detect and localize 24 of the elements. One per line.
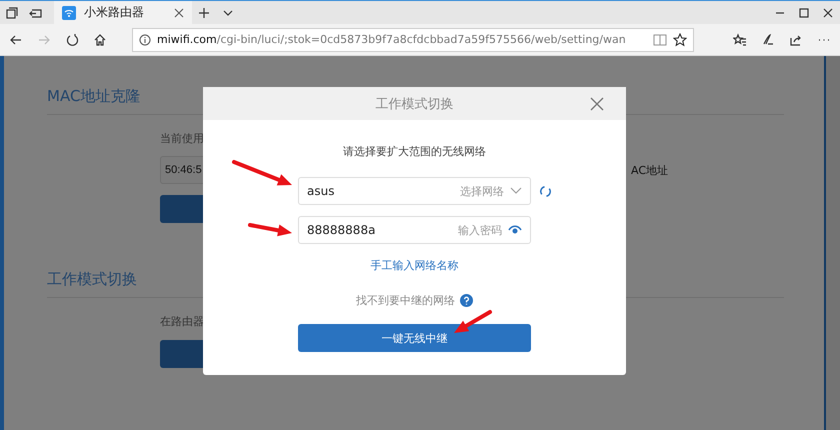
password-field[interactable]: 88888888a 输入密码: [298, 216, 531, 244]
chevron-down-icon: [510, 187, 522, 195]
tab-title: 小米路由器: [84, 4, 145, 21]
close-icon[interactable]: [590, 97, 604, 111]
relay-button[interactable]: 一键无线中继: [298, 324, 531, 352]
network-select[interactable]: asus 选择网络: [298, 177, 531, 205]
url-text: miwifi.com/cgi-bin/luci/;stok=0cd5873b9f7a8cfdcbbad7a59f575566/web/setting/wan: [157, 33, 627, 46]
wifi-icon: [62, 6, 76, 20]
dialog-prompt: 请选择要扩大范围的无线网络: [343, 144, 486, 159]
dialog-title: 工作模式切换: [376, 96, 454, 112]
section-note: 在路由器: [160, 314, 205, 329]
info-icon: [139, 34, 151, 46]
refresh-icon[interactable]: [539, 184, 552, 198]
star-icon[interactable]: [673, 32, 687, 46]
manual-entry-link[interactable]: 手工输入网络名称: [370, 258, 458, 273]
browser-tab[interactable]: 小米路由器: [54, 1, 192, 24]
address-field[interactable]: miwifi.com/cgi-bin/luci/;stok=0cd5873b9f7a8cfdcbbad7a59f575566/web/setting/wan: [132, 28, 694, 52]
scrollbar[interactable]: [824, 56, 840, 430]
section-note: 当前使用: [160, 131, 205, 146]
reading-view-icon[interactable]: [653, 34, 667, 46]
close-icon[interactable]: [174, 8, 184, 18]
eye-icon: [508, 225, 522, 235]
help-icon[interactable]: [460, 294, 473, 307]
field-note: AC地址: [631, 162, 668, 178]
